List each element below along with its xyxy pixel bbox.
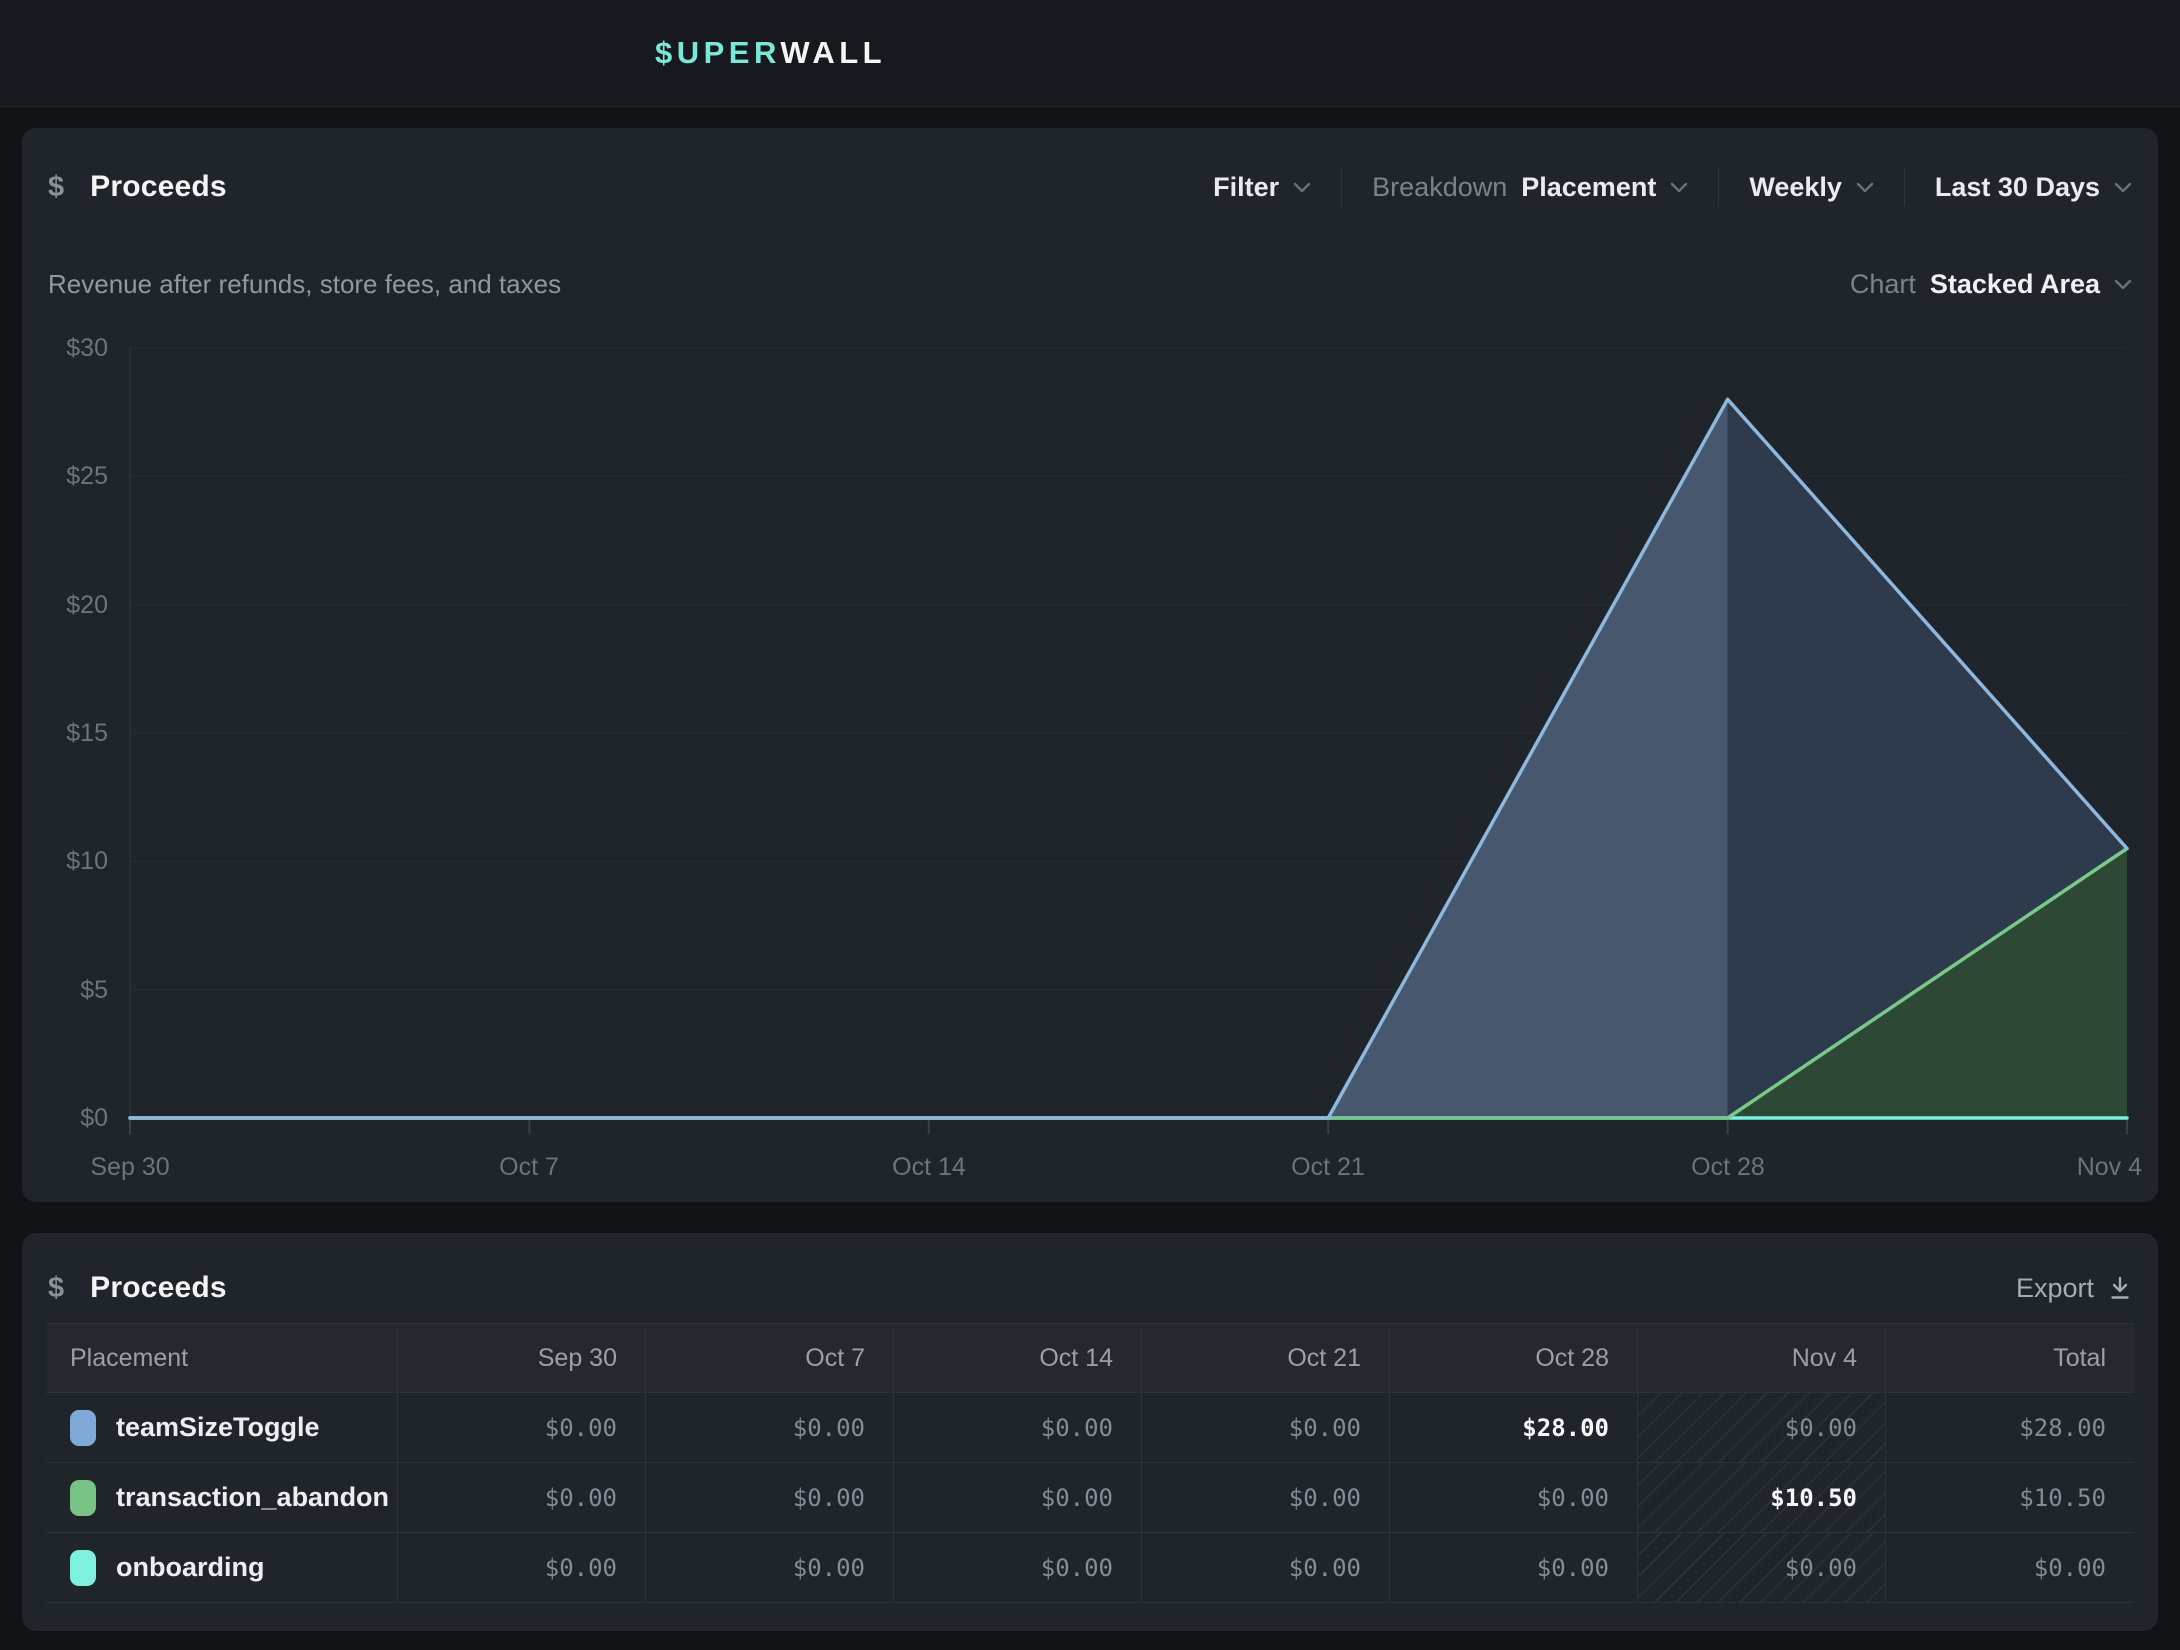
proceeds-table-panel: $ Proceeds Export Placement Sep 30 Oct 7… — [22, 1233, 2158, 1631]
page-title: Proceeds — [90, 170, 227, 204]
chevron-down-icon — [1670, 182, 1688, 193]
x-tick-label: Oct 7 — [459, 1152, 599, 1182]
table-cell-total: $28.00 — [1886, 1393, 2134, 1463]
divider — [1341, 168, 1342, 206]
stacked-area-svg[interactable] — [22, 340, 2158, 1190]
breakdown-value: Placement — [1521, 172, 1656, 203]
chart-type-dropdown[interactable]: Chart Stacked Area — [1850, 269, 2132, 300]
column-header-placement: Placement — [46, 1323, 398, 1393]
column-header: Sep 30 — [398, 1323, 646, 1393]
table-cell: $28.00 — [1390, 1393, 1638, 1463]
x-tick-label: Oct 28 — [1658, 1152, 1798, 1182]
table-cell: $0.00 — [646, 1533, 894, 1603]
chart-type-label: Chart — [1850, 269, 1916, 300]
export-label: Export — [2016, 1273, 2094, 1304]
table-row-teamSizeToggle[interactable]: teamSizeToggle — [46, 1393, 398, 1463]
y-tick-label: $15 — [22, 718, 108, 748]
x-tick-label: Sep 30 — [60, 1152, 200, 1182]
table-cell: $0.00 — [894, 1393, 1142, 1463]
y-tick-label: $0 — [22, 1103, 108, 1133]
table-cell: $0.00 — [1390, 1463, 1638, 1533]
y-tick-label: $10 — [22, 846, 108, 876]
chart-type-value: Stacked Area — [1930, 269, 2100, 300]
chart-subtitle: Revenue after refunds, store fees, and t… — [48, 269, 561, 300]
table-row-transaction_abandon[interactable]: transaction_abandon — [46, 1463, 398, 1533]
series-swatch — [70, 1480, 96, 1516]
table-cell-total: $10.50 — [1886, 1463, 2134, 1533]
date-range-value: Last 30 Days — [1935, 172, 2100, 203]
placement-name: transaction_abandon — [116, 1482, 389, 1513]
table-cell-incomplete-period: $10.50 — [1638, 1463, 1886, 1533]
table-cell: $0.00 — [398, 1463, 646, 1533]
table-cell: $0.00 — [894, 1533, 1142, 1603]
interval-value: Weekly — [1749, 172, 1842, 203]
table-cell: $0.00 — [1390, 1533, 1638, 1603]
dollar-icon: $ — [48, 171, 64, 204]
logo-secondary: WALL — [780, 35, 886, 70]
series-swatch — [70, 1410, 96, 1446]
date-range-dropdown[interactable]: Last 30 Days — [1935, 172, 2132, 203]
table-cell-total: $0.00 — [1886, 1533, 2134, 1603]
column-header: Oct 28 — [1390, 1323, 1638, 1393]
divider — [1904, 168, 1905, 206]
placement-name: teamSizeToggle — [116, 1412, 320, 1443]
topbar: $UPERWALL — [0, 0, 2180, 107]
chart-panel-header: $ Proceeds Filter Breakdown Placement We… — [22, 128, 2158, 210]
column-header-total: Total — [1886, 1323, 2134, 1393]
table-cell: $0.00 — [646, 1463, 894, 1533]
table-cell-incomplete-period: $0.00 — [1638, 1533, 1886, 1603]
chevron-down-icon — [2114, 279, 2132, 290]
chevron-down-icon — [2114, 182, 2132, 193]
table-row-onboarding[interactable]: onboarding — [46, 1533, 398, 1603]
series-swatch — [70, 1550, 96, 1586]
filter-dropdown[interactable]: Filter — [1213, 172, 1311, 203]
download-icon — [2108, 1275, 2132, 1301]
chevron-down-icon — [1293, 182, 1311, 193]
table-cell: $0.00 — [398, 1393, 646, 1463]
y-tick-label: $20 — [22, 590, 108, 620]
filter-label: Filter — [1213, 172, 1279, 203]
proceeds-chart-panel: $ Proceeds Filter Breakdown Placement We… — [22, 128, 2158, 1202]
stacked-area-chart[interactable]: $30 $25 $20 $15 $10 $5 $0 Sep 30 Oct 7 O… — [22, 340, 2158, 1190]
column-header: Nov 4 — [1638, 1323, 1886, 1393]
table-cell: $0.00 — [398, 1533, 646, 1603]
y-tick-label: $5 — [22, 975, 108, 1005]
divider — [1718, 168, 1719, 206]
dollar-icon: $ — [48, 1272, 64, 1305]
x-tick-label: Nov 4 — [2077, 1152, 2142, 1182]
chevron-down-icon — [1856, 182, 1874, 193]
x-tick-label: Oct 21 — [1258, 1152, 1398, 1182]
table-panel-header: $ Proceeds Export — [22, 1233, 2158, 1311]
y-tick-label: $30 — [22, 333, 108, 363]
y-tick-label: $25 — [22, 461, 108, 491]
table-cell: $0.00 — [1142, 1393, 1390, 1463]
table-cell: $0.00 — [646, 1393, 894, 1463]
logo-primary: $UPER — [655, 35, 780, 70]
proceeds-table: Placement Sep 30 Oct 7 Oct 14 Oct 21 Oct… — [46, 1323, 2134, 1603]
column-header: Oct 21 — [1142, 1323, 1390, 1393]
x-tick-label: Oct 14 — [859, 1152, 999, 1182]
chart-subheader: Revenue after refunds, store fees, and t… — [22, 266, 2158, 302]
table-cell-incomplete-period: $0.00 — [1638, 1393, 1886, 1463]
table-title: Proceeds — [90, 1271, 227, 1305]
placement-name: onboarding — [116, 1552, 264, 1583]
interval-dropdown[interactable]: Weekly — [1749, 172, 1874, 203]
breakdown-label: Breakdown — [1372, 172, 1507, 203]
table-cell: $0.00 — [1142, 1463, 1390, 1533]
breakdown-dropdown[interactable]: Breakdown Placement — [1372, 172, 1688, 203]
chart-controls: Filter Breakdown Placement Weekly Last 3… — [1213, 168, 2132, 206]
table-cell: $0.00 — [894, 1463, 1142, 1533]
column-header: Oct 14 — [894, 1323, 1142, 1393]
table-cell: $0.00 — [1142, 1533, 1390, 1603]
export-button[interactable]: Export — [2016, 1273, 2132, 1304]
column-header: Oct 7 — [646, 1323, 894, 1393]
superwall-logo: $UPERWALL — [655, 35, 886, 71]
